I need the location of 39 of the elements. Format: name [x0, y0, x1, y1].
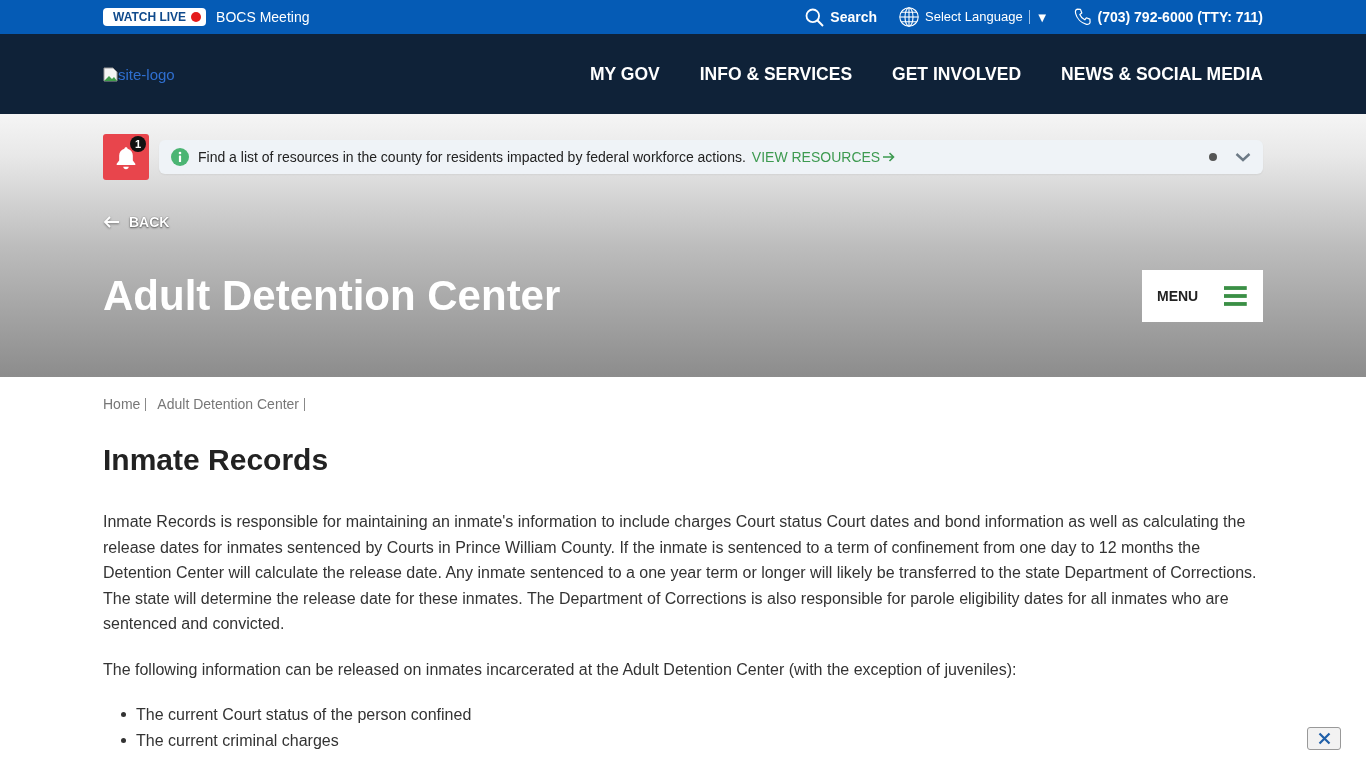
expand-button[interactable] — [1235, 152, 1251, 162]
arrow-left-icon — [103, 216, 120, 228]
nav-link[interactable]: GET INVOLVED — [892, 63, 1022, 85]
search-icon — [805, 7, 825, 27]
body-paragraph: Inmate Records is responsible for maintaining an inmate's information to include charges Court status Court dates and bond information as well as calculating the release dates for inmates sentenced by Courts in Prince William County. If the inmate is sentenced to a term of confinement from one day to 12 months the Detention Center will calculate the release date. Any inmate sentenced to a one year term or longer will likely be transferred to the state Department of Corrections. The state will determine the release date for these inmates. The Department of Corrections is also responsible for parole eligibility dates for all inmates who are sentenced and convicted. — [103, 512, 1258, 634]
bullet-icon — [121, 712, 126, 718]
language-select[interactable]: Select Language — [925, 10, 1030, 24]
close-icon — [1317, 732, 1331, 745]
alert-message: Find a list of resources in the county for residents impacted by federal workforce actions. — [198, 149, 746, 165]
pager-dot-icon[interactable] — [1209, 153, 1217, 161]
search-link[interactable]: Search — [805, 7, 878, 27]
nav-link[interactable]: MY GOV — [590, 63, 660, 85]
menu-button[interactable]: MENU — [1142, 270, 1263, 322]
record-dot-icon — [191, 12, 202, 22]
nav-link[interactable]: NEWS & SOCIAL MEDIA — [1061, 63, 1263, 85]
info-icon — [171, 148, 189, 166]
list-item-text: The current Court status of the person confined — [136, 705, 472, 725]
watch-live-button[interactable]: WATCH LIVE — [103, 8, 207, 26]
section-heading: Inmate Records — [103, 442, 330, 478]
bullet-icon — [121, 737, 126, 743]
menu-icon — [1224, 283, 1247, 309]
nav-link[interactable]: INFO & SERVICES — [699, 63, 853, 85]
chevron-down-icon — [1235, 152, 1251, 162]
list-item-text: The current criminal charges — [136, 730, 339, 751]
phone-link[interactable]: (703) 792-6000 (TTY: 711) — [1073, 8, 1263, 26]
globe-icon — [899, 7, 920, 27]
broken-image-icon — [103, 66, 118, 82]
meeting-link[interactable]: BOCS Meeting — [216, 9, 310, 25]
notification-count: 1 — [130, 136, 146, 152]
close-button[interactable] — [1307, 727, 1341, 750]
arrow-right-icon — [883, 152, 896, 162]
notifications-button[interactable]: 1 — [103, 134, 149, 180]
page-title: Adult Detention Center — [103, 271, 561, 321]
phone-icon — [1073, 8, 1092, 26]
body-paragraph: The following information can be released on inmates incarcerated at the Adult Detention Center (with the exception of juveniles): — [103, 659, 1018, 680]
breadcrumb-link[interactable]: Adult Detention Center — [157, 398, 305, 411]
language-caret[interactable]: ▼ — [1035, 9, 1049, 25]
breadcrumb-link[interactable]: Home — [103, 398, 147, 411]
site-logo-link[interactable]: site-logo — [103, 65, 175, 83]
